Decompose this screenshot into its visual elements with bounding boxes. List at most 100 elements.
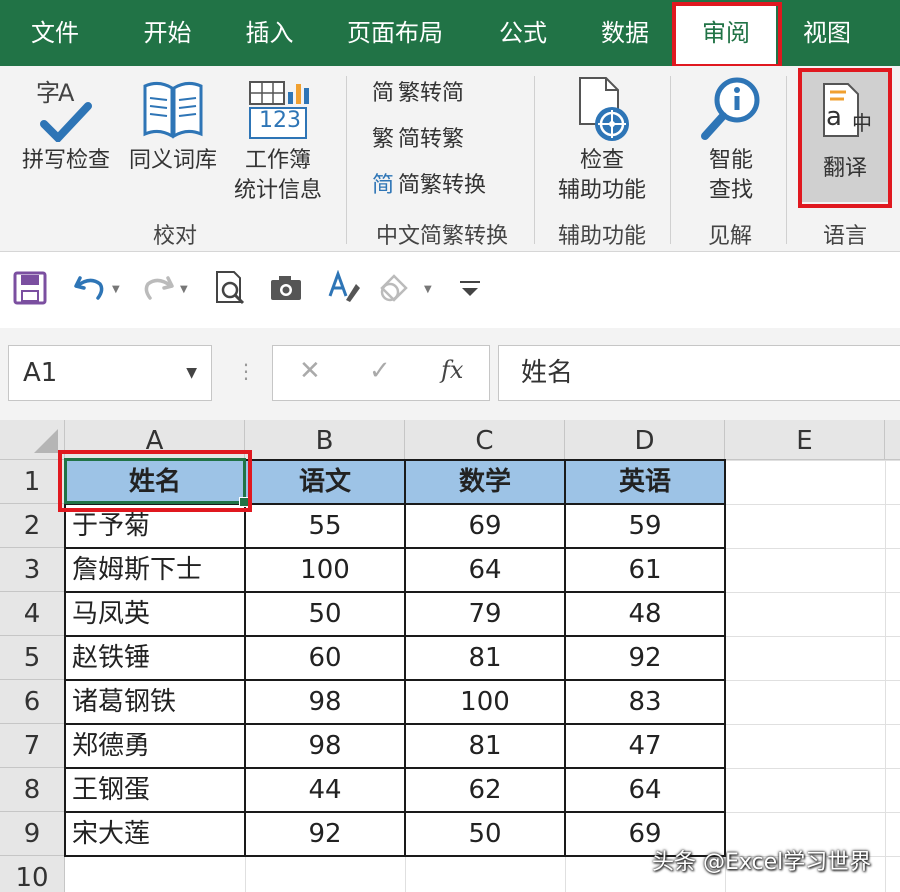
group-label-language: 语言: [822, 224, 867, 249]
row-header-3[interactable]: 3: [0, 548, 65, 592]
cell-d1[interactable]: 英语: [565, 460, 725, 504]
thesaurus-book-icon: [143, 81, 203, 139]
select-all-button[interactable]: [0, 420, 65, 460]
customize-toolbar-icon[interactable]: [452, 270, 488, 306]
row-header-5[interactable]: 5: [0, 636, 65, 680]
tab-data[interactable]: 数据: [580, 0, 670, 66]
row-header-4[interactable]: 4: [0, 592, 65, 636]
row-header-2[interactable]: 2: [0, 504, 65, 548]
column-header-f[interactable]: [885, 420, 900, 460]
cell-math-score[interactable]: 81: [405, 636, 565, 680]
undo-icon[interactable]: [72, 270, 108, 306]
column-header-a[interactable]: A: [65, 420, 245, 460]
row-header-10[interactable]: 10: [0, 856, 65, 892]
cell-c1[interactable]: 数学: [405, 460, 565, 504]
insert-function-icon[interactable]: fx: [441, 356, 463, 384]
cell-english-score[interactable]: 61: [565, 548, 725, 592]
cell-english-score[interactable]: 92: [565, 636, 725, 680]
formula-input[interactable]: 姓名: [498, 345, 900, 401]
smart-lookup-button[interactable]: 智能 查找: [690, 76, 772, 206]
cell-name[interactable]: 郑德勇: [65, 724, 245, 768]
tab-insert[interactable]: 插入: [222, 0, 317, 66]
check-accessibility-button[interactable]: 检查 辅助功能: [550, 76, 654, 206]
tab-formulas[interactable]: 公式: [478, 0, 568, 66]
cell-math-score[interactable]: 64: [405, 548, 565, 592]
column-header-b[interactable]: B: [245, 420, 405, 460]
print-preview-icon[interactable]: [212, 270, 248, 306]
chinese-conversion-icon: 简: [371, 173, 394, 198]
thesaurus-button[interactable]: 同义词库: [124, 76, 222, 176]
format-text-icon[interactable]: [326, 270, 362, 306]
cell-chinese-score[interactable]: 50: [245, 592, 405, 636]
name-box[interactable]: A1 ▼: [8, 345, 212, 401]
redo-dropdown-icon[interactable]: ▼: [180, 284, 188, 295]
cell-name[interactable]: 赵铁锤: [65, 636, 245, 680]
cell-english-score[interactable]: 83: [565, 680, 725, 724]
cancel-icon[interactable]: ✕: [299, 356, 321, 386]
cell-chinese-score[interactable]: 44: [245, 768, 405, 812]
cell-chinese-score[interactable]: 98: [245, 724, 405, 768]
camera-icon[interactable]: [268, 270, 304, 306]
cell-english-score[interactable]: 59: [565, 504, 725, 548]
row-header-1[interactable]: 1: [0, 460, 65, 504]
redo-icon[interactable]: [140, 270, 176, 306]
cell-math-score[interactable]: 100: [405, 680, 565, 724]
column-header-e[interactable]: E: [725, 420, 885, 460]
cell-math-score[interactable]: 79: [405, 592, 565, 636]
cell-chinese-score[interactable]: 55: [245, 504, 405, 548]
name-box-dropdown-icon[interactable]: ▼: [186, 346, 197, 400]
cell-english-score[interactable]: 48: [565, 592, 725, 636]
row-header-6[interactable]: 6: [0, 680, 65, 724]
column-header-c[interactable]: C: [405, 420, 565, 460]
enter-icon[interactable]: ✓: [369, 356, 391, 386]
spelling-label: 拼写检查: [21, 148, 110, 173]
tab-file[interactable]: 文件: [10, 0, 100, 66]
shapes-icon[interactable]: [376, 270, 412, 306]
cell-chinese-score[interactable]: 100: [245, 548, 405, 592]
table-border: [64, 723, 726, 725]
table-border: [564, 459, 566, 857]
workbook-statistics-button[interactable]: 123 工作簿 统计信息: [228, 76, 328, 206]
gridline: [725, 592, 900, 593]
tab-home[interactable]: 开始: [120, 0, 215, 66]
cell-english-score[interactable]: 64: [565, 768, 725, 812]
cell-chinese-score[interactable]: 60: [245, 636, 405, 680]
cell-english-score[interactable]: 47: [565, 724, 725, 768]
cell-math-score[interactable]: 81: [405, 724, 565, 768]
table-border: [64, 767, 726, 769]
ribbon-separator: [534, 76, 535, 244]
column-header-d[interactable]: D: [565, 420, 725, 460]
cell-b1[interactable]: 语文: [245, 460, 405, 504]
tab-review[interactable]: 审阅: [676, 4, 776, 66]
save-icon[interactable]: [12, 270, 48, 306]
row-header-7[interactable]: 7: [0, 724, 65, 768]
cell-math-score[interactable]: 62: [405, 768, 565, 812]
traditional-to-simplified-button[interactable]: 简繁转简: [368, 78, 464, 110]
formula-bar-resize-handle[interactable]: ⋮: [236, 360, 256, 382]
spelling-button[interactable]: 字A 拼写检查: [14, 76, 118, 176]
cell-chinese-score[interactable]: 92: [245, 812, 405, 856]
gridline: [725, 504, 900, 505]
ribbon-separator: [786, 76, 787, 244]
cell-name[interactable]: 诸葛钢铁: [65, 680, 245, 724]
chinese-conversion-button[interactable]: 简简繁转换: [368, 170, 486, 202]
row-header-9[interactable]: 9: [0, 812, 65, 856]
gridline: [725, 548, 900, 549]
cell-name[interactable]: 马凤英: [65, 592, 245, 636]
cell-name[interactable]: 王钢蛋: [65, 768, 245, 812]
translate-label: 翻译: [822, 156, 867, 181]
cell-math-score[interactable]: 69: [405, 504, 565, 548]
translate-button[interactable]: a 中 翻译: [802, 80, 888, 184]
tab-page-layout[interactable]: 页面布局: [334, 0, 456, 66]
cell-chinese-score[interactable]: 98: [245, 680, 405, 724]
shapes-dropdown-icon[interactable]: ▼: [424, 284, 432, 295]
simplified-to-traditional-button[interactable]: 繁简转繁: [368, 124, 464, 156]
cell-name[interactable]: 宋大莲: [65, 812, 245, 856]
cell-math-score[interactable]: 50: [405, 812, 565, 856]
row-header-8[interactable]: 8: [0, 768, 65, 812]
active-cell-selection: [64, 458, 249, 507]
cell-name[interactable]: 詹姆斯下士: [65, 548, 245, 592]
cell-name[interactable]: 于予菊: [65, 504, 245, 548]
tab-view[interactable]: 视图: [782, 0, 872, 66]
undo-dropdown-icon[interactable]: ▼: [112, 284, 120, 295]
